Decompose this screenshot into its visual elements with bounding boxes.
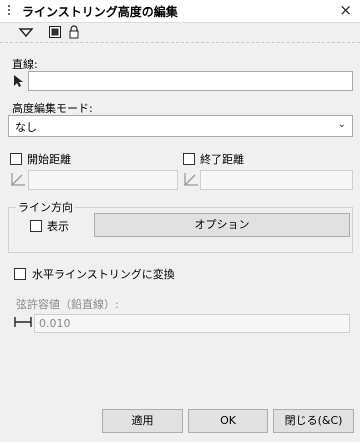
end-distance-label: 終了距離 <box>200 153 244 166</box>
start-distance-label: 開始距離 <box>27 153 71 166</box>
height-mode-label: 高度編集モード: <box>12 102 93 115</box>
straight-line-label: 直線: <box>12 58 38 71</box>
height-mode-select[interactable]: なし ⌄ <box>8 115 353 137</box>
title-bar: ラインストリング高度の編集 × <box>0 0 360 23</box>
close-button[interactable]: 閉じる(&C) <box>273 409 354 433</box>
convert-horizontal-checkbox[interactable] <box>14 268 26 280</box>
convert-horizontal-label: 水平ラインストリングに変換 <box>32 268 175 281</box>
height-mode-value: なし <box>15 121 37 134</box>
start-distance-checkbox[interactable] <box>10 153 22 165</box>
chord-tolerance-field[interactable]: 0.010 <box>34 314 350 333</box>
show-checkbox[interactable] <box>30 220 42 232</box>
toolbar <box>0 22 360 43</box>
start-distance-field[interactable] <box>28 170 178 190</box>
ok-button[interactable]: OK <box>188 409 268 433</box>
lock-icon[interactable] <box>68 25 82 39</box>
options-button[interactable]: オプション <box>94 213 350 237</box>
end-distance-checkbox[interactable] <box>183 153 195 165</box>
dialog-title: ラインストリング高度の編集 <box>22 5 178 19</box>
slope-measure-icon <box>9 171 27 190</box>
slope-measure-icon <box>182 171 200 190</box>
chord-tolerance-label: 弦許容値（鉛直線）: <box>16 298 119 311</box>
horizontal-measure-icon <box>13 316 33 331</box>
arrow-pointer-icon[interactable] <box>12 74 24 91</box>
end-distance-field[interactable] <box>200 170 353 190</box>
line-direction-label: ライン方向 <box>16 199 75 215</box>
apply-button[interactable]: 適用 <box>102 409 183 433</box>
drag-grip-icon[interactable] <box>8 5 12 19</box>
chevron-down-icon: ⌄ <box>337 119 346 130</box>
show-label: 表示 <box>47 220 69 233</box>
close-icon[interactable]: × <box>339 2 352 18</box>
display-icon[interactable] <box>48 25 62 39</box>
triangle-down-icon[interactable] <box>18 25 34 39</box>
straight-line-field[interactable] <box>28 71 353 91</box>
